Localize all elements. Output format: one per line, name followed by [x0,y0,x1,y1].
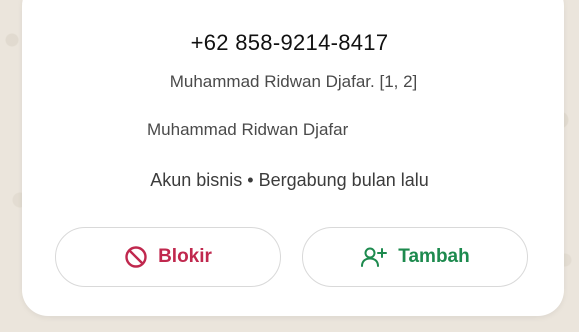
add-contact-button-label: Tambah [398,246,470,267]
add-contact-button[interactable]: Tambah [302,227,528,287]
add-person-icon [360,245,388,269]
block-button-label: Blokir [158,246,212,267]
block-button[interactable]: Blokir [55,227,281,287]
contact-phone-number: +62 858-9214-8417 [190,30,389,55]
contact-push-name: Muhammad Ridwan Djafar. [1, 2] [169,72,418,91]
block-icon [124,245,148,269]
business-account-info: Akun bisnis • Bergabung bulan lalu [150,170,429,190]
contact-about: Muhammad Ridwan Djafar [147,120,349,139]
